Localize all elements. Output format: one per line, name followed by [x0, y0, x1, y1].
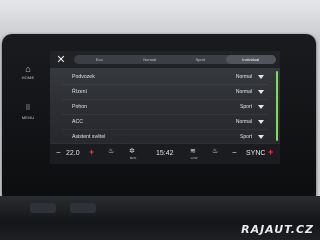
drive-mode-tab-bar: ✕ Eco Normal Sport Individual	[50, 51, 280, 68]
setting-name: Podvozek	[72, 74, 95, 80]
setting-value: Normal	[235, 89, 252, 95]
settings-list: Podvozek Normal Řízení Normal Pohon Spor…	[50, 70, 272, 145]
dropdown-caret-icon	[258, 75, 264, 79]
tab-sport[interactable]: Sport	[175, 55, 226, 64]
left-temp-plus-button[interactable]: +	[89, 147, 94, 157]
left-temp-minus-button[interactable]: −	[56, 148, 61, 157]
setting-value: Normal	[235, 74, 252, 80]
home-button[interactable]: ⌂ HOME	[14, 64, 42, 80]
left-temperature: 22.0	[66, 150, 80, 157]
dropdown-caret-icon	[258, 105, 264, 109]
setting-name: Asistent světel	[72, 134, 106, 140]
setting-name: Pohon	[72, 104, 88, 110]
right-temp-plus-button[interactable]: +	[268, 147, 273, 157]
setting-value: Sport	[240, 134, 252, 140]
setting-name: Řízení	[72, 89, 87, 95]
home-label: HOME	[21, 75, 35, 80]
sync-button[interactable]: SYNC	[246, 150, 265, 157]
grid-icon: ⠿	[25, 105, 31, 112]
tab-eco[interactable]: Eco	[74, 55, 125, 64]
menu-label: MENU	[21, 115, 35, 120]
scrollbar[interactable]	[276, 71, 278, 141]
setting-row-pohon[interactable]: Pohon Sport	[62, 100, 268, 115]
fan-icon[interactable]: ✲	[129, 147, 135, 155]
setting-row-podvozek[interactable]: Podvozek Normal	[62, 70, 268, 85]
dropdown-caret-icon	[258, 90, 264, 94]
close-icon[interactable]: ✕	[55, 54, 67, 66]
dropdown-caret-icon	[258, 120, 264, 124]
menu-button[interactable]: ⠿ MENU	[14, 104, 42, 120]
setting-row-acc[interactable]: ACC Normal	[62, 115, 268, 130]
right-temp-minus-button[interactable]: −	[232, 148, 237, 157]
lower-console-button	[70, 203, 96, 213]
lower-console-button	[30, 203, 56, 213]
setting-value: Normal	[235, 119, 252, 125]
fan-label: MFD	[129, 156, 137, 160]
tab-normal[interactable]: Normal	[125, 55, 176, 64]
setting-name: ACC	[72, 119, 83, 125]
drive-mode-tabs: Eco Normal Sport Individual	[74, 55, 276, 64]
dropdown-caret-icon	[258, 135, 264, 139]
seat-heat-right-icon[interactable]: ♨	[212, 147, 218, 155]
climate-bar: − 22.0 + ♨ ✲ MFD 15:42 ≋ LOW ♨ − SYNC +	[50, 143, 280, 164]
airflow-icon[interactable]: ≋	[190, 147, 196, 155]
airflow-label: LOW	[190, 156, 198, 160]
setting-row-rizeni[interactable]: Řízení Normal	[62, 85, 268, 100]
watermark: RAJAUT.CZ	[241, 223, 314, 236]
tab-individual[interactable]: Individual	[225, 55, 276, 64]
setting-value: Sport	[240, 104, 252, 110]
home-icon: ⌂	[25, 64, 31, 74]
clock: 15:42	[156, 150, 174, 157]
seat-heat-icon[interactable]: ♨	[108, 147, 114, 155]
infotainment-screen: ✕ Eco Normal Sport Individual Podvozek N…	[50, 51, 280, 164]
